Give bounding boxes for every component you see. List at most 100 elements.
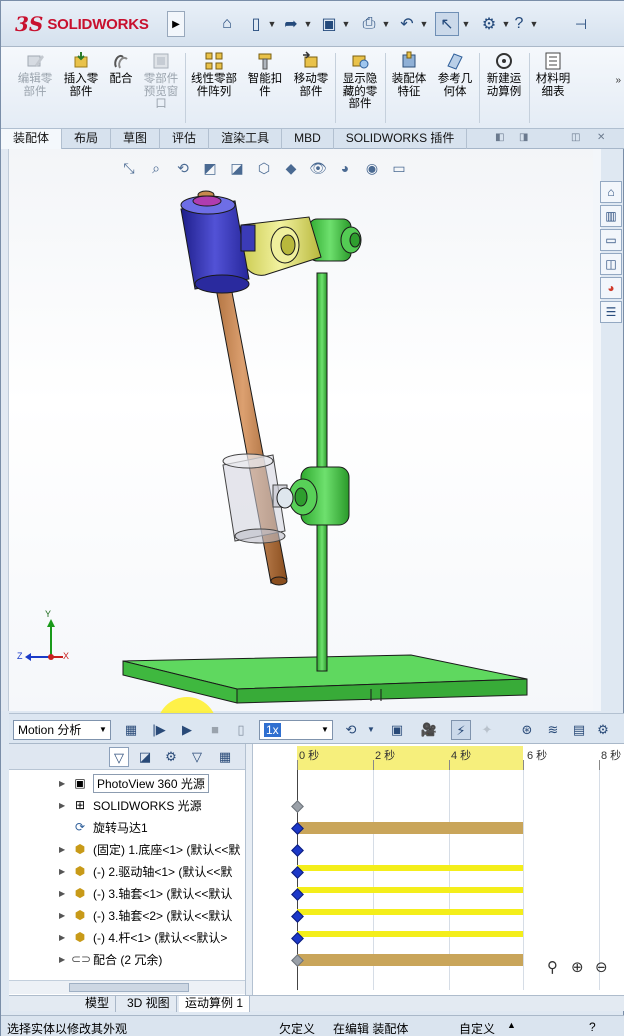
help-icon[interactable]: ? [509,12,529,36]
tab-motion-study-1[interactable]: 运动算例 1 [179,996,251,1012]
tree-item-mates[interactable]: ▶ ⊂⊃ 配合 (2 冗余) [9,948,245,970]
tree-item-sleeve-1[interactable]: ▶ ⬢ (-) 3.轴套<1> (默认<<默认 [9,882,245,904]
open-icon[interactable]: ➦ [279,12,303,36]
save-animation-icon[interactable]: ▣ [387,720,407,740]
tree-item-drive-shaft[interactable]: ▶ ⬢ (-) 2.驱动轴<1> (默认<<默 [9,860,245,882]
insert-component-button[interactable]: 插入零 部件 [59,51,103,98]
save-icon[interactable]: ▣ [317,12,341,36]
home-icon[interactable]: ⌂ [215,12,239,36]
more-commands-icon[interactable]: » [615,75,621,86]
timeline-bar-drive-shaft[interactable] [297,865,523,871]
playback-speed-select[interactable]: 1x ▼ [259,720,333,740]
chevron-down-icon[interactable]: ▼ [303,12,313,36]
expand-icon[interactable]: ▶ [59,911,71,920]
tree-item-rotary-motor[interactable]: ⟳ 旋转马达1 [9,816,245,838]
tree-item-solidworks-lights[interactable]: ▶ ⊞ SOLIDWORKS 光源 [9,794,245,816]
print-icon[interactable]: ⎙ [357,12,381,36]
tab-mbd[interactable]: MBD [282,129,334,149]
chevron-up-icon[interactable]: ▲ [507,1020,516,1030]
bom-button[interactable]: 材料明 细表 [531,51,575,98]
filter-results-icon[interactable]: ▦ [215,747,235,767]
playback-mode-icon[interactable]: ⟲ [341,720,361,740]
tab-sketch[interactable]: 草图 [111,129,161,149]
zoom-to-fit-icon[interactable]: ⚲ [547,958,558,976]
new-file-icon[interactable]: ▯ [245,12,267,36]
chevron-down-icon[interactable]: ▼ [461,12,471,36]
chevron-down-icon[interactable]: ▼ [341,12,351,36]
animation-wizard-icon[interactable]: 🎥 [419,720,439,740]
tab-model[interactable]: 模型 [79,996,117,1012]
timeline-bar-sleeve-2[interactable] [297,909,523,915]
custom-properties-icon[interactable]: ☰ [600,301,622,323]
add-key-icon[interactable]: ✦ [477,720,497,740]
solidworks-logo[interactable]: 3S SOLIDWORKS [15,11,149,37]
tile-icon[interactable]: ◨ [519,132,528,143]
feature-manager-collapse-bar[interactable] [1,149,9,711]
autokey-icon[interactable]: ⚡ [451,720,471,740]
tab-layout[interactable]: 布局 [62,129,112,149]
tab-assembly[interactable]: 装配体 [1,129,63,149]
motion-study-properties-icon[interactable]: ⚙ [593,720,613,740]
timeline-bar-motor[interactable] [297,822,523,834]
tree-horizontal-scrollbar[interactable] [9,980,245,994]
results-icon[interactable]: ▤ [569,720,589,740]
filter-animated-icon[interactable]: ◪ [135,747,155,767]
study-type-select[interactable]: Motion 分析 ▼ [13,720,111,740]
pane-splitter[interactable] [245,744,253,996]
expand-icon[interactable]: ▶ [59,889,71,898]
spring-icon[interactable]: ≋ [543,720,563,740]
scroll-thumb[interactable] [69,983,189,992]
move-component-button[interactable]: 移动零 部件 [289,51,333,98]
tree-item-photoview-lights[interactable]: ▶ ▣ PhotoView 360 光源 [9,772,245,794]
play-icon[interactable]: ▶ [177,720,197,740]
stop-icon[interactable]: ■ [205,720,225,740]
key-point[interactable] [291,800,304,813]
status-units[interactable]: 自定义 [459,1020,495,1036]
expand-icon[interactable]: ▶ [59,845,71,854]
maximize-icon[interactable]: ◫ [571,132,580,143]
linear-pattern-button[interactable]: 线性零部 件阵列 [187,51,241,98]
smart-fastener-button[interactable]: 智能扣 件 [243,51,287,98]
graphics-area[interactable]: ⤡ ⌕ ⟲ ◩ ◪ ⬡ ◆ 👁 ◕ ◉ ▭ Y Z X [9,149,593,711]
timeline-bar-rod[interactable] [297,931,523,937]
file-explorer-icon[interactable]: ▭ [600,229,622,251]
tree-item-base[interactable]: ▶ ⬢ (固定) 1.底座<1> (默认<<默 [9,838,245,860]
tree-item-sleeve-2[interactable]: ▶ ⬢ (-) 3.轴套<2> (默认<<默认 [9,904,245,926]
blue-sleeve[interactable] [180,195,256,294]
timeline-bar-mates[interactable] [297,954,523,966]
timeline-bar-sleeve-1[interactable] [297,887,523,893]
motor-icon[interactable]: ⊛ [517,720,537,740]
assembly-model[interactable] [9,149,593,711]
expand-icon[interactable]: ▶ [59,867,71,876]
close-icon[interactable]: ✕ [597,132,605,143]
help-icon[interactable]: ? [589,1020,596,1034]
playback-slider-icon[interactable]: ▯ [231,720,251,740]
assembly-feature-button[interactable]: 装配体 特征 [387,51,431,98]
mate-button[interactable]: 配合 [103,51,139,86]
design-library-icon[interactable]: ▥ [600,205,622,227]
menu-expand-button[interactable]: ▶ [167,11,185,37]
reference-geometry-button[interactable]: 参考几 何体 [433,51,477,98]
appearances-icon[interactable]: ◕ [600,277,622,299]
tab-solidworks-addins[interactable]: SOLIDWORKS 插件 [334,129,468,149]
chevron-down-icon[interactable]: ▼ [361,720,381,740]
solidworks-resources-icon[interactable]: ⌂ [600,181,622,203]
edit-component-button[interactable]: 编辑零 部件 [13,51,57,98]
chevron-down-icon[interactable]: ▼ [419,12,429,36]
timeline-area[interactable]: 0 秒 2 秒 4 秒 6 秒 8 秒 ⚲ ⊕ ⊖ [253,744,624,996]
restore-icon[interactable]: ◧ [495,132,504,143]
key-point[interactable] [291,844,304,857]
expand-icon[interactable]: ▶ [59,933,71,942]
expand-icon[interactable]: ▶ [59,779,71,788]
zoom-out-icon[interactable]: ⊖ [595,958,608,976]
lower-joint[interactable] [276,466,350,526]
undo-icon[interactable]: ↶ [395,12,419,36]
expand-icon[interactable]: ▶ [59,955,71,964]
chevron-down-icon[interactable]: ▼ [267,12,277,36]
rebuild-icon[interactable]: ⚙ [477,12,501,36]
play-from-start-icon[interactable]: |▶ [149,720,169,740]
filter-driving-icon[interactable]: ⚙ [161,747,181,767]
component-preview-button[interactable]: 零部件 预览窗 口 [139,51,183,111]
expand-icon[interactable]: ▶ [59,801,71,810]
zoom-in-icon[interactable]: ⊕ [571,958,584,976]
